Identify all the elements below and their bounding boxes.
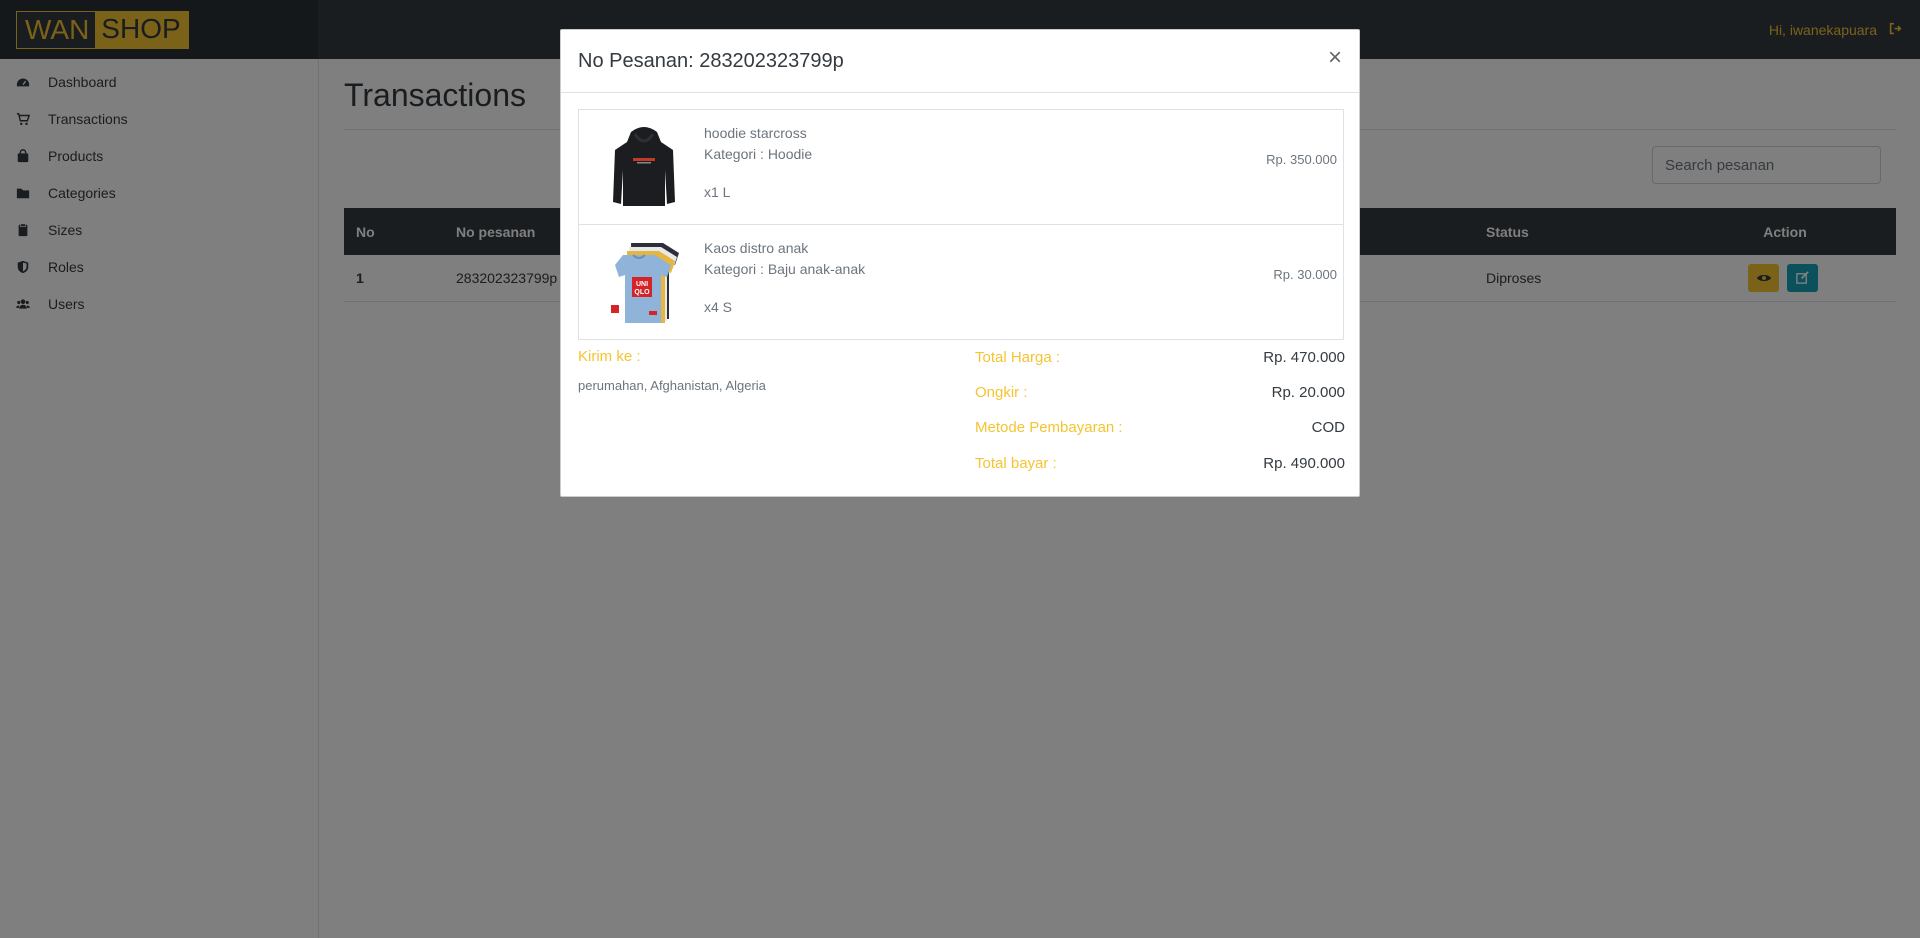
item-category: Kategori : Baju anak-anak (704, 261, 866, 277)
modal-header: No Pesanan: 283202323799p × (561, 30, 1359, 93)
summary-ongkir: Ongkir : Rp. 20.000 (975, 384, 1345, 401)
list-item: UNI QLO Kaos distro anak Kategori : Baju… (579, 225, 1343, 339)
summary-value: Rp. 470.000 (1263, 349, 1345, 366)
item-name: hoodie starcross (704, 125, 807, 141)
summary-value: Rp. 490.000 (1263, 455, 1345, 472)
item-category: Kategori : Hoodie (704, 146, 813, 162)
svg-text:QLO: QLO (634, 289, 650, 296)
item-quantity: x4 S (704, 299, 733, 315)
list-item: hoodie starcross Kategori : Hoodie x1 L … (579, 110, 1343, 225)
item-name: Kaos distro anak (704, 240, 809, 256)
product-image-hoodie (609, 124, 679, 209)
product-image-tshirt: UNI QLO (609, 239, 679, 324)
item-price: Rp. 30.000 (1273, 267, 1337, 282)
shipping-label: Kirim ke : (578, 348, 641, 365)
summary-value: COD (1311, 419, 1345, 436)
order-items: hoodie starcross Kategori : Hoodie x1 L … (578, 109, 1344, 340)
summary-label: Ongkir : (975, 384, 1028, 401)
summary-total-bayar: Total bayar : Rp. 490.000 (975, 455, 1345, 472)
close-icon[interactable]: × (1328, 46, 1342, 70)
item-price: Rp. 350.000 (1266, 152, 1337, 167)
summary-label: Total Harga : (975, 349, 1061, 366)
summary-payment-method: Metode Pembayaran : COD (975, 419, 1345, 436)
shipping-address: perumahan, Afghanistan, Algeria (578, 378, 766, 393)
modal-title: No Pesanan: 283202323799p (578, 50, 844, 72)
summary-total-harga: Total Harga : Rp. 470.000 (975, 349, 1345, 366)
summary-label: Metode Pembayaran : (975, 419, 1123, 436)
item-quantity: x1 L (704, 184, 731, 200)
summary-label: Total bayar : (975, 455, 1057, 472)
order-detail-modal: No Pesanan: 283202323799p × hoodie starc… (560, 29, 1360, 497)
summary-value: Rp. 20.000 (1271, 384, 1345, 401)
svg-text:UNI: UNI (636, 281, 648, 288)
